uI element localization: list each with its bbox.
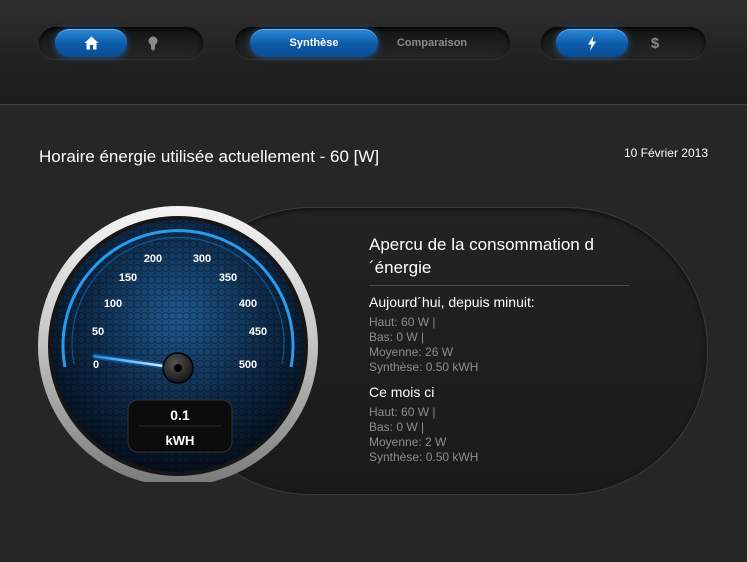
gauge-hub-center: [174, 364, 182, 372]
today-summary: Synthèse: 0.50 kWH: [369, 360, 479, 374]
date-label: 10 Février 2013: [623, 146, 708, 160]
month-low: Bas: 0 W |: [369, 420, 425, 434]
today-low: Bas: 0 W |: [369, 330, 425, 344]
gauge-scale-label: 350: [219, 272, 237, 284]
view-tab-group: Synthèse Comparaison: [235, 27, 510, 59]
today-stats: Haut: 60 W | Bas: 0 W | Moyenne: 26 W Sy…: [369, 315, 629, 375]
gauge-readout-unit: kWH: [166, 433, 195, 448]
energy-gauge: 0 50 100 150 200 300 350 400 450 500 0.1 kWH: [38, 206, 318, 482]
bulb-icon: [148, 36, 158, 50]
cost-unit-button[interactable]: $: [633, 29, 677, 57]
gauge-scale-label: 150: [119, 272, 137, 284]
overview-title: Apercu de la consommation d´énergie: [369, 235, 594, 277]
overview-divider: [369, 285, 629, 286]
gauge-scale-label: 450: [249, 326, 267, 338]
month-stats: Haut: 60 W | Bas: 0 W | Moyenne: 2 W Syn…: [369, 405, 629, 465]
gauge-scale-label: 400: [239, 298, 257, 310]
overview-content: Apercu de la consommation d´énergie Aujo…: [369, 233, 629, 474]
gauge-readout-value: 0.1: [170, 407, 190, 423]
bulb-button[interactable]: [131, 29, 175, 57]
top-toolbar: Synthèse Comparaison $: [0, 0, 747, 105]
today-average: Moyenne: 26 W: [369, 345, 454, 359]
nav-icon-group: [39, 27, 203, 59]
energy-unit-button[interactable]: [556, 29, 628, 57]
home-button[interactable]: [55, 29, 127, 57]
tab-synthese[interactable]: Synthèse: [250, 29, 378, 57]
month-high: Haut: 60 W |: [369, 405, 436, 419]
home-icon: [84, 36, 98, 50]
lightning-icon: [588, 35, 596, 51]
gauge-scale-label: 50: [92, 326, 104, 338]
today-heading: Aujourd´hui, depuis minuit:: [369, 294, 535, 310]
month-heading: Ce mois ci: [369, 384, 435, 400]
gauge-scale-label: 200: [144, 253, 162, 265]
gauge-scale-label: 0: [93, 359, 99, 371]
today-high: Haut: 60 W |: [369, 315, 436, 329]
page-title: Horaire énergie utilisée actuellement - …: [39, 147, 380, 166]
gauge-scale-label: 500: [239, 359, 257, 371]
month-average: Moyenne: 2 W: [369, 435, 447, 449]
month-summary: Synthèse: 0.50 kWH: [369, 450, 479, 464]
unit-toggle-group: $: [541, 27, 706, 59]
gauge-scale-label: 300: [193, 253, 211, 265]
tab-comparaison[interactable]: Comparaison: [380, 29, 484, 57]
gauge-scale-label: 100: [104, 298, 122, 310]
